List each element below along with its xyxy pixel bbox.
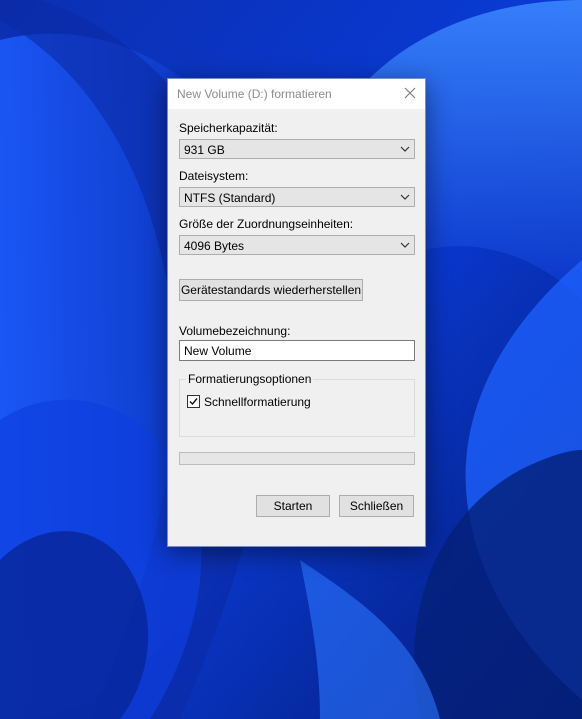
format-options-group: Formatierungsoptionen Schnellformatierun… bbox=[179, 372, 415, 437]
format-dialog: New Volume (D:) formatieren Speicherkapa… bbox=[167, 78, 426, 547]
checkmark-icon bbox=[189, 398, 198, 406]
filesystem-dropdown[interactable]: NTFS (Standard) bbox=[179, 187, 415, 207]
filesystem-label: Dateisystem: bbox=[179, 169, 249, 183]
start-button[interactable]: Starten bbox=[256, 495, 330, 517]
volume-label-input[interactable]: New Volume bbox=[179, 340, 415, 361]
dialog-titlebar[interactable]: New Volume (D:) formatieren bbox=[168, 79, 425, 109]
allocation-size-label: Größe der Zuordnungseinheiten: bbox=[179, 217, 354, 231]
capacity-dropdown[interactable]: 931 GB bbox=[179, 139, 415, 159]
close-button[interactable]: Schließen bbox=[339, 495, 414, 517]
allocation-size-value: 4096 Bytes bbox=[184, 239, 245, 253]
close-window-button[interactable] bbox=[395, 79, 425, 109]
quick-format-checkbox[interactable] bbox=[187, 395, 200, 408]
filesystem-value: NTFS (Standard) bbox=[184, 191, 276, 205]
volume-label-label: Volumebezeichnung: bbox=[179, 324, 291, 338]
close-icon bbox=[404, 87, 416, 99]
dialog-title: New Volume (D:) formatieren bbox=[177, 87, 332, 101]
allocation-size-dropdown[interactable]: 4096 Bytes bbox=[179, 235, 415, 255]
capacity-label: Speicherkapazität: bbox=[179, 121, 278, 135]
restore-defaults-button[interactable]: Gerätestandards wiederherstellen bbox=[179, 279, 363, 301]
volume-label-value: New Volume bbox=[184, 344, 252, 358]
capacity-value: 931 GB bbox=[184, 143, 225, 157]
chevron-down-icon bbox=[400, 242, 410, 248]
chevron-down-icon bbox=[400, 194, 410, 200]
format-progress-bar bbox=[179, 452, 415, 465]
quick-format-label[interactable]: Schnellformatierung bbox=[204, 395, 311, 409]
chevron-down-icon bbox=[400, 146, 410, 152]
format-options-title: Formatierungsoptionen bbox=[186, 372, 314, 386]
